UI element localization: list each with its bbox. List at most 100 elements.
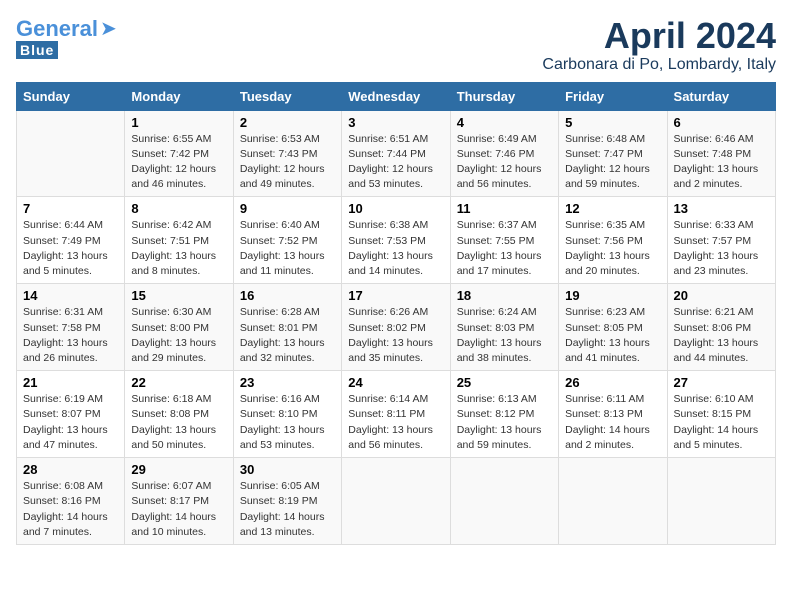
month-title: April 2024 [542, 16, 776, 56]
calendar-cell: 11Sunrise: 6:37 AM Sunset: 7:55 PM Dayli… [450, 197, 558, 284]
day-of-week-header: Friday [559, 82, 667, 110]
location-title: Carbonara di Po, Lombardy, Italy [542, 56, 776, 74]
day-number: 23 [240, 375, 335, 390]
day-info: Sunrise: 6:05 AM Sunset: 8:19 PM Dayligh… [240, 479, 335, 540]
day-number: 20 [674, 288, 769, 303]
calendar-week-row: 1 Sunrise: 6:55 AM Sunset: 7:42 PM Daylig… [17, 110, 776, 197]
day-number: 16 [240, 288, 335, 303]
calendar-cell: 2 Sunrise: 6:53 AM Sunset: 7:43 PM Daylig… [233, 110, 341, 197]
calendar-cell: 25 Sunrise: 6:13 AM Sunset: 8:12 PM Dayli… [450, 371, 558, 458]
day-of-week-header: Tuesday [233, 82, 341, 110]
calendar-cell: 16 Sunrise: 6:28 AM Sunset: 8:01 PM Dayli… [233, 284, 341, 371]
calendar-cell: 29Sunrise: 6:07 AM Sunset: 8:17 PM Dayli… [125, 458, 233, 545]
day-info: Sunrise: 6:33 AM Sunset: 7:57 PM Dayligh… [674, 218, 769, 279]
day-info: Sunrise: 6:07 AM Sunset: 8:17 PM Dayligh… [131, 479, 226, 540]
day-number: 4 [457, 115, 552, 130]
calendar-cell [450, 458, 558, 545]
calendar-cell: 24Sunrise: 6:14 AM Sunset: 8:11 PM Dayli… [342, 371, 450, 458]
day-number: 26 [565, 375, 660, 390]
calendar-header-row: SundayMondayTuesdayWednesdayThursdayFrid… [17, 82, 776, 110]
day-number: 9 [240, 201, 335, 216]
logo-text: General [16, 18, 98, 40]
day-number: 1 [131, 115, 226, 130]
day-info: Sunrise: 6:53 AM Sunset: 7:43 PM Dayligh… [240, 132, 335, 193]
day-info: Sunrise: 6:28 AM Sunset: 8:01 PM Dayligh… [240, 305, 335, 366]
day-info: Sunrise: 6:35 AM Sunset: 7:56 PM Dayligh… [565, 218, 660, 279]
day-of-week-header: Saturday [667, 82, 775, 110]
day-number: 30 [240, 462, 335, 477]
day-number: 13 [674, 201, 769, 216]
calendar-cell: 4 Sunrise: 6:49 AM Sunset: 7:46 PM Daylig… [450, 110, 558, 197]
calendar-cell: 20Sunrise: 6:21 AM Sunset: 8:06 PM Dayli… [667, 284, 775, 371]
calendar-cell: 1 Sunrise: 6:55 AM Sunset: 7:42 PM Daylig… [125, 110, 233, 197]
day-info: Sunrise: 6:37 AM Sunset: 7:55 PM Dayligh… [457, 218, 552, 279]
day-info: Sunrise: 6:13 AM Sunset: 8:12 PM Dayligh… [457, 392, 552, 453]
day-of-week-header: Thursday [450, 82, 558, 110]
calendar-table: SundayMondayTuesdayWednesdayThursdayFrid… [16, 82, 776, 545]
calendar-cell: 19Sunrise: 6:23 AM Sunset: 8:05 PM Dayli… [559, 284, 667, 371]
day-info: Sunrise: 6:48 AM Sunset: 7:47 PM Dayligh… [565, 132, 660, 193]
day-number: 12 [565, 201, 660, 216]
day-info: Sunrise: 6:26 AM Sunset: 8:02 PM Dayligh… [348, 305, 443, 366]
day-info: Sunrise: 6:23 AM Sunset: 8:05 PM Dayligh… [565, 305, 660, 366]
logo-bird-icon: ➤ [100, 16, 117, 41]
day-of-week-header: Monday [125, 82, 233, 110]
day-info: Sunrise: 6:46 AM Sunset: 7:48 PM Dayligh… [674, 132, 769, 193]
calendar-week-row: 28 Sunrise: 6:08 AM Sunset: 8:16 PM Dayli… [17, 458, 776, 545]
title-area: April 2024 Carbonara di Po, Lombardy, It… [542, 16, 776, 74]
calendar-cell: 27 Sunrise: 6:10 AM Sunset: 8:15 PM Dayli… [667, 371, 775, 458]
day-info: Sunrise: 6:30 AM Sunset: 8:00 PM Dayligh… [131, 305, 226, 366]
calendar-cell [667, 458, 775, 545]
day-number: 7 [23, 201, 118, 216]
calendar-cell: 18 Sunrise: 6:24 AM Sunset: 8:03 PM Dayli… [450, 284, 558, 371]
day-info: Sunrise: 6:51 AM Sunset: 7:44 PM Dayligh… [348, 132, 443, 193]
day-of-week-header: Wednesday [342, 82, 450, 110]
day-number: 15 [131, 288, 226, 303]
day-info: Sunrise: 6:19 AM Sunset: 8:07 PM Dayligh… [23, 392, 118, 453]
day-of-week-header: Sunday [17, 82, 125, 110]
day-info: Sunrise: 6:11 AM Sunset: 8:13 PM Dayligh… [565, 392, 660, 453]
day-number: 25 [457, 375, 552, 390]
calendar-cell: 21Sunrise: 6:19 AM Sunset: 8:07 PM Dayli… [17, 371, 125, 458]
calendar-cell: 10 Sunrise: 6:38 AM Sunset: 7:53 PM Dayli… [342, 197, 450, 284]
day-info: Sunrise: 6:14 AM Sunset: 8:11 PM Dayligh… [348, 392, 443, 453]
day-number: 3 [348, 115, 443, 130]
calendar-cell: 26 Sunrise: 6:11 AM Sunset: 8:13 PM Dayli… [559, 371, 667, 458]
day-info: Sunrise: 6:31 AM Sunset: 7:58 PM Dayligh… [23, 305, 118, 366]
day-number: 22 [131, 375, 226, 390]
calendar-week-row: 14 Sunrise: 6:31 AM Sunset: 7:58 PM Dayli… [17, 284, 776, 371]
day-number: 6 [674, 115, 769, 130]
day-number: 8 [131, 201, 226, 216]
day-info: Sunrise: 6:10 AM Sunset: 8:15 PM Dayligh… [674, 392, 769, 453]
day-info: Sunrise: 6:55 AM Sunset: 7:42 PM Dayligh… [131, 132, 226, 193]
day-number: 5 [565, 115, 660, 130]
calendar-cell [342, 458, 450, 545]
day-info: Sunrise: 6:42 AM Sunset: 7:51 PM Dayligh… [131, 218, 226, 279]
day-number: 10 [348, 201, 443, 216]
day-info: Sunrise: 6:49 AM Sunset: 7:46 PM Dayligh… [457, 132, 552, 193]
logo: General ➤ Blue [16, 16, 117, 59]
calendar-cell: 7Sunrise: 6:44 AM Sunset: 7:49 PM Daylig… [17, 197, 125, 284]
day-number: 18 [457, 288, 552, 303]
calendar-cell: 17Sunrise: 6:26 AM Sunset: 8:02 PM Dayli… [342, 284, 450, 371]
calendar-week-row: 21Sunrise: 6:19 AM Sunset: 8:07 PM Dayli… [17, 371, 776, 458]
calendar-week-row: 7Sunrise: 6:44 AM Sunset: 7:49 PM Daylig… [17, 197, 776, 284]
calendar-cell: 15 Sunrise: 6:30 AM Sunset: 8:00 PM Dayli… [125, 284, 233, 371]
day-number: 2 [240, 115, 335, 130]
calendar-cell: 6 Sunrise: 6:46 AM Sunset: 7:48 PM Daylig… [667, 110, 775, 197]
day-number: 27 [674, 375, 769, 390]
logo-blue: Blue [16, 41, 58, 59]
calendar-cell: 8 Sunrise: 6:42 AM Sunset: 7:51 PM Daylig… [125, 197, 233, 284]
day-info: Sunrise: 6:24 AM Sunset: 8:03 PM Dayligh… [457, 305, 552, 366]
page-header: General ➤ Blue April 2024 Carbonara di P… [16, 16, 776, 74]
day-info: Sunrise: 6:08 AM Sunset: 8:16 PM Dayligh… [23, 479, 118, 540]
calendar-cell: 28 Sunrise: 6:08 AM Sunset: 8:16 PM Dayli… [17, 458, 125, 545]
day-info: Sunrise: 6:16 AM Sunset: 8:10 PM Dayligh… [240, 392, 335, 453]
calendar-cell: 5 Sunrise: 6:48 AM Sunset: 7:47 PM Daylig… [559, 110, 667, 197]
day-number: 28 [23, 462, 118, 477]
calendar-cell [559, 458, 667, 545]
calendar-cell: 14 Sunrise: 6:31 AM Sunset: 7:58 PM Dayli… [17, 284, 125, 371]
calendar-cell: 3 Sunrise: 6:51 AM Sunset: 7:44 PM Daylig… [342, 110, 450, 197]
day-number: 14 [23, 288, 118, 303]
day-info: Sunrise: 6:38 AM Sunset: 7:53 PM Dayligh… [348, 218, 443, 279]
